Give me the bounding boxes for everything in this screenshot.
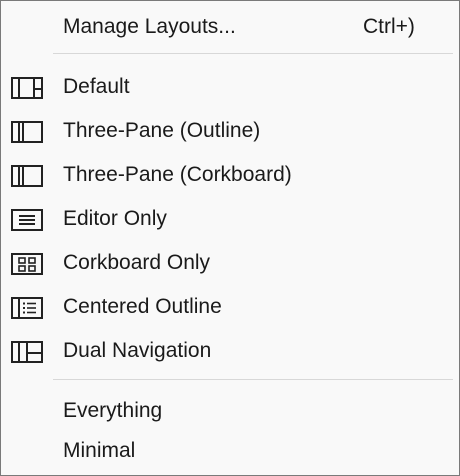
layout-item-label: Three-Pane (Outline) [63,119,261,142]
layout-item-three-pane-corkboard[interactable]: Three-Pane (Corkboard) [1,155,459,195]
layout-item-label: Everything [63,399,163,422]
layout-default-icon [11,77,43,99]
manage-layouts-label: Manage Layouts... [63,15,236,38]
layout-three-pane-outline-icon [11,121,43,143]
layout-item-centered-outline[interactable]: Centered Outline [1,287,459,327]
manage-layouts-shortcut: Ctrl+) [363,15,415,38]
layout-item-label: Three-Pane (Corkboard) [63,163,292,186]
layout-item-label: Corkboard Only [63,251,211,274]
layout-editor-only-icon [11,209,43,231]
layout-item-dual-navigation[interactable]: Dual Navigation [1,331,459,371]
layout-item-three-pane-outline[interactable]: Three-Pane (Outline) [1,111,459,151]
manage-layouts-item[interactable]: Manage Layouts... Ctrl+) [1,7,459,47]
layout-three-pane-corkboard-icon [11,165,43,187]
menu-separator [53,53,453,54]
layout-item-label: Editor Only [63,207,167,230]
layout-item-corkboard-only[interactable]: Corkboard Only [1,243,459,283]
layout-item-label: Dual Navigation [63,339,212,362]
layout-corkboard-only-icon [11,253,43,275]
layout-item-label: Default [63,75,130,98]
layout-item-minimal[interactable]: Minimal [1,431,459,471]
layout-dual-navigation-icon [11,341,43,363]
menu-separator [53,379,453,380]
layouts-menu: Manage Layouts... Ctrl+) Default Three-P… [0,0,460,476]
layout-centered-outline-icon [11,297,43,319]
layout-item-default[interactable]: Default [1,67,459,107]
layout-item-editor-only[interactable]: Editor Only [1,199,459,239]
layout-item-label: Centered Outline [63,295,222,318]
layout-item-label: Minimal [63,439,136,462]
layout-item-everything[interactable]: Everything [1,391,459,431]
